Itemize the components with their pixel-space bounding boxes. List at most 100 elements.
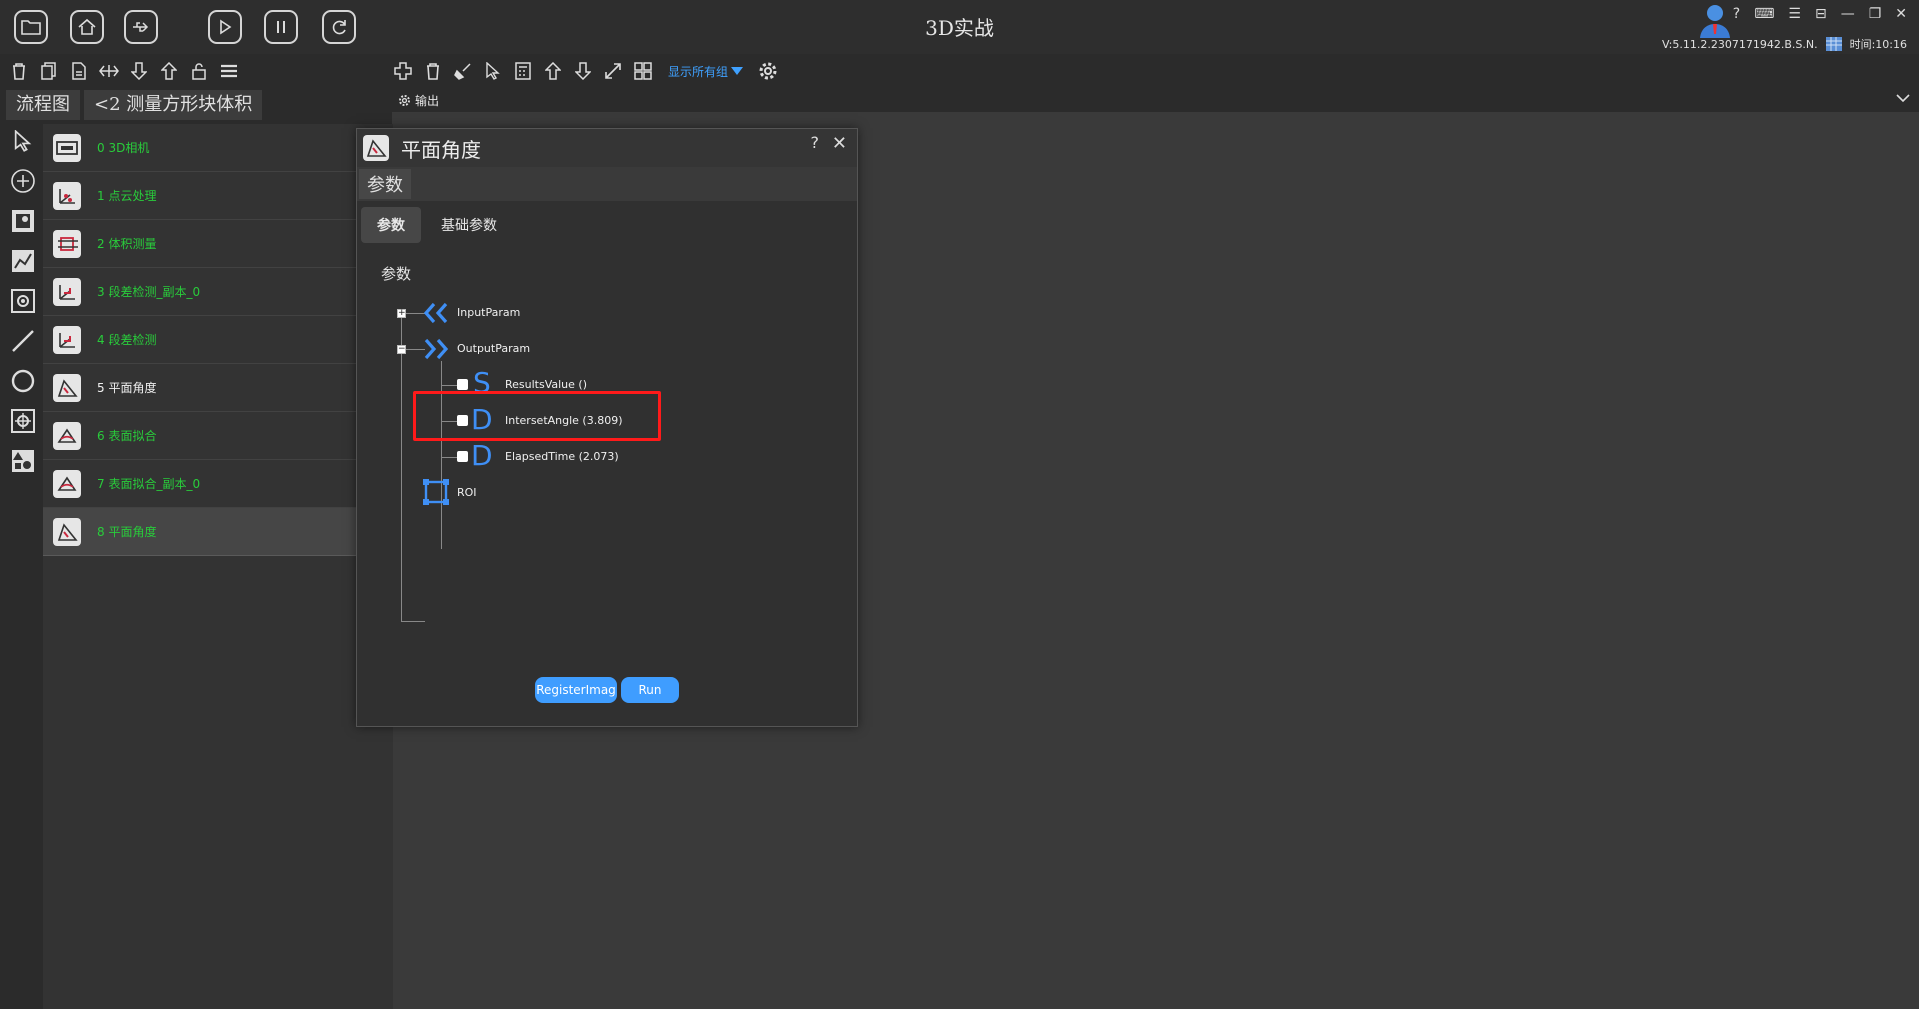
- roi-label[interactable]: ROI: [457, 486, 477, 499]
- dialog-title: 平面角度: [401, 137, 481, 162]
- unlock-button[interactable]: [188, 60, 210, 82]
- calculator-icon: [515, 62, 531, 80]
- section-tag[interactable]: 参数: [359, 169, 411, 199]
- dialog-tabs: 参数 基础参数: [357, 205, 857, 245]
- tab-params[interactable]: 参数: [361, 207, 421, 243]
- settings-button[interactable]: [757, 60, 779, 82]
- shapes-tool[interactable]: [8, 448, 38, 474]
- plane-angle-icon: [53, 373, 81, 402]
- flow-node-8[interactable]: 8 平面角度: [43, 508, 393, 556]
- help-button[interactable]: ?: [1733, 6, 1740, 22]
- breadcrumb: 流程图 <2 测量方形块体积: [6, 90, 263, 120]
- dialog-section-bar: 参数: [357, 167, 857, 201]
- output-down-button[interactable]: [572, 60, 594, 82]
- pin-icon[interactable]: ⊟: [1815, 6, 1827, 22]
- dialog-close-button[interactable]: ✕: [832, 133, 847, 154]
- clear-button[interactable]: [452, 60, 474, 82]
- elapsed-time-checkbox[interactable]: [457, 451, 468, 462]
- results-value-label[interactable]: ResultsValue (): [505, 378, 587, 391]
- list-button[interactable]: [218, 60, 240, 82]
- locate-tool[interactable]: [8, 288, 38, 314]
- tool-strip: [8, 128, 38, 474]
- run-button[interactable]: Run: [621, 677, 679, 703]
- flow-node-6[interactable]: 6 表面拟合: [43, 412, 393, 460]
- step-detect-icon: [53, 277, 81, 306]
- expand-button[interactable]: [602, 60, 624, 82]
- copy-button[interactable]: [38, 60, 60, 82]
- pointer-tool[interactable]: [8, 128, 38, 154]
- select-button[interactable]: [482, 60, 504, 82]
- flow-node-1[interactable]: 1 点云处理: [43, 172, 393, 220]
- restore-button[interactable]: ❐: [1869, 6, 1882, 22]
- grid-icon: [1825, 37, 1842, 51]
- volume-icon: [53, 229, 81, 258]
- unlock-icon: [192, 63, 206, 80]
- dialog-header[interactable]: 平面角度 ? ✕: [357, 129, 857, 167]
- menu-icon[interactable]: ☰: [1788, 6, 1801, 22]
- dialog-help-button[interactable]: ?: [811, 133, 820, 152]
- plane-angle-icon: [53, 517, 81, 546]
- group-select-dropdown[interactable]: 显示所有组: [668, 63, 744, 80]
- output-label: 输出: [415, 93, 440, 108]
- chart-tool[interactable]: [8, 248, 38, 274]
- flow-node-5[interactable]: 5 平面角度: [43, 364, 393, 412]
- move-down-button[interactable]: [128, 60, 150, 82]
- breadcrumb-current[interactable]: <2 测量方形块体积: [84, 90, 263, 120]
- results-value-checkbox[interactable]: [457, 379, 468, 390]
- user-avatar-icon[interactable]: [1697, 2, 1733, 38]
- flow-node-3[interactable]: 3 段差检测_副本_0: [43, 268, 393, 316]
- arrow-down-icon: [131, 62, 147, 80]
- close-button[interactable]: ✕: [1895, 6, 1907, 22]
- node-label: 7 表面拟合_副本_0: [97, 477, 201, 491]
- status-info: V:5.11.2.2307171942.B.S.N. 时间:10:16: [1662, 36, 1907, 52]
- chevron-down-icon: [731, 67, 744, 75]
- flow-node-2[interactable]: 2 体积测量: [43, 220, 393, 268]
- node-label: 4 段差检测: [97, 333, 157, 347]
- surface-fit-icon: [53, 421, 81, 450]
- keyboard-icon[interactable]: ⌨: [1754, 6, 1774, 22]
- flow-node-4[interactable]: 4 段差检测: [43, 316, 393, 364]
- split-icon: [99, 65, 119, 77]
- output-toolbar: 显示所有组: [392, 58, 779, 84]
- tab-basic-params[interactable]: 基础参数: [425, 207, 513, 243]
- node-label: 8 平面角度: [97, 525, 157, 539]
- register-image-button[interactable]: RegisterImag: [535, 677, 617, 703]
- flow-node-7[interactable]: 7 表面拟合_副本_0: [43, 460, 393, 508]
- flow-node-0[interactable]: 0 3D相机: [43, 124, 393, 172]
- point-cloud-icon: [53, 181, 81, 210]
- output-param-label[interactable]: OutputParam: [457, 342, 530, 355]
- line-tool[interactable]: [8, 328, 38, 354]
- expand-input-toggle[interactable]: +: [397, 309, 406, 318]
- cursor-icon: [486, 62, 500, 80]
- expand-output-toggle[interactable]: −: [397, 345, 406, 354]
- elapsed-time-label[interactable]: ElapsedTime (2.073): [505, 450, 619, 463]
- move-up-button[interactable]: [158, 60, 180, 82]
- node-label: 6 表面拟合: [97, 429, 157, 443]
- calibrate-tool[interactable]: [8, 408, 38, 434]
- save-button[interactable]: [68, 60, 90, 82]
- broom-icon: [454, 63, 471, 80]
- arrow-up-icon: [545, 62, 561, 80]
- delete-button[interactable]: [8, 60, 30, 82]
- minimize-button[interactable]: —: [1841, 6, 1855, 22]
- output-up-button[interactable]: [542, 60, 564, 82]
- add-button[interactable]: [392, 60, 414, 82]
- calculator-button[interactable]: [512, 60, 534, 82]
- expand-icon: [605, 63, 621, 79]
- remove-button[interactable]: [422, 60, 444, 82]
- split-button[interactable]: [98, 60, 120, 82]
- layout-button[interactable]: [632, 60, 654, 82]
- circle-tool[interactable]: [8, 368, 38, 394]
- step-detect-icon: [53, 325, 81, 354]
- gear-icon: [759, 62, 777, 80]
- chevron-down-icon[interactable]: [1895, 90, 1911, 106]
- node-label: 0 3D相机: [97, 141, 150, 155]
- trash-icon: [427, 63, 439, 80]
- roi-icon: [423, 479, 449, 505]
- breadcrumb-root[interactable]: 流程图: [6, 90, 80, 120]
- add-tool[interactable]: [8, 168, 38, 194]
- input-param-label[interactable]: InputParam: [457, 306, 520, 319]
- target-icon: [11, 289, 35, 313]
- image-source-icon: [12, 210, 34, 232]
- image-source-tool[interactable]: [8, 208, 38, 234]
